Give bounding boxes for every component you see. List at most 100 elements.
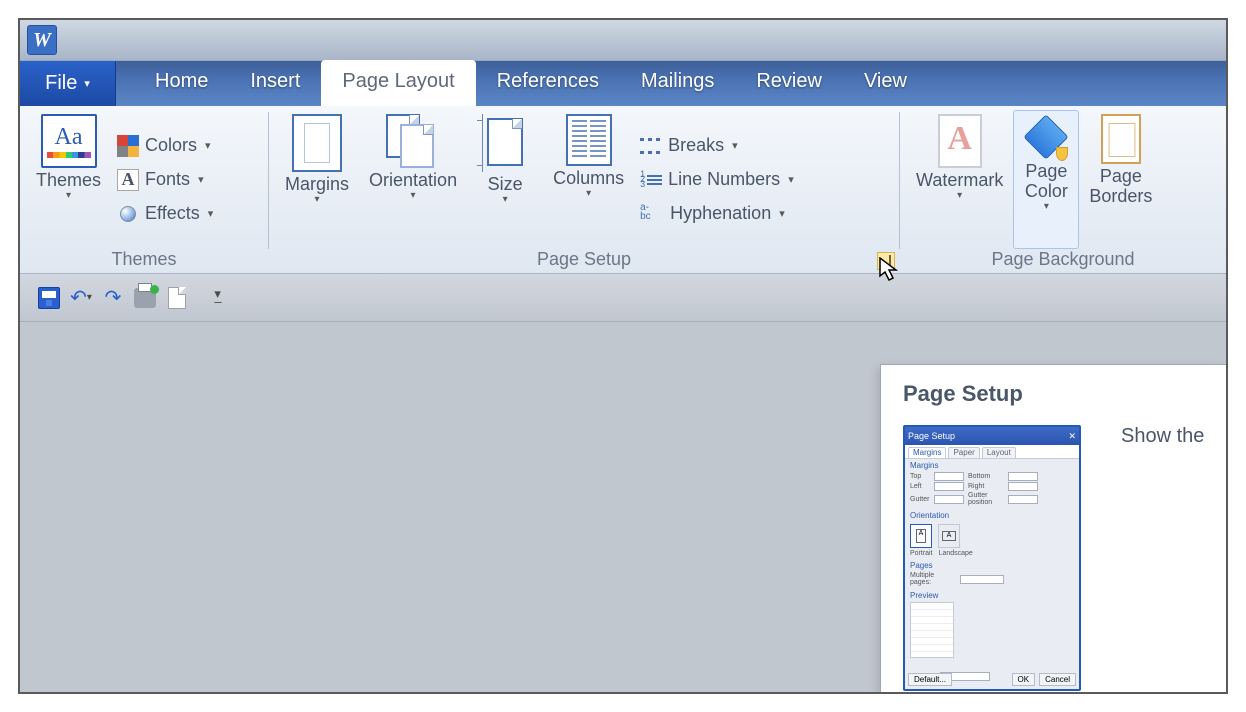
margins-button[interactable]: Margins ▾ <box>275 110 359 249</box>
chevron-down-icon: ▾ <box>205 139 211 152</box>
word-logo-icon: W <box>27 25 57 55</box>
theme-fonts-label: Fonts <box>145 169 190 190</box>
tooltip-title: Page Setup <box>903 381 1212 407</box>
titlebar: W <box>20 20 1226 61</box>
theme-fonts-button[interactable]: A Fonts ▾ <box>111 163 219 197</box>
effects-icon <box>117 203 139 225</box>
default-button: Default... <box>908 673 952 686</box>
line-numbers-icon: 123 <box>640 170 662 190</box>
tab-file[interactable]: File▾ <box>20 61 116 106</box>
hyphenation-button[interactable]: a-bc Hyphenation ▾ <box>634 197 800 231</box>
columns-icon <box>566 114 612 166</box>
redo-button[interactable]: ↷ <box>98 283 128 313</box>
dialog-preview: Page Setup✕ Margins Paper Layout Margins… <box>903 425 1081 691</box>
page-setup-dialog-launcher[interactable] <box>877 252 895 270</box>
chevron-down-icon: ▾ <box>411 190 416 201</box>
breaks-label: Breaks <box>668 135 724 156</box>
tab-references[interactable]: References <box>476 60 620 106</box>
watermark-icon: A <box>938 114 982 168</box>
group-page-background: A Watermark ▾ Page Color ▾ Page Borders … <box>900 106 1226 273</box>
page-color-icon <box>1024 115 1068 159</box>
orientation-button[interactable]: Orientation ▾ <box>359 110 467 249</box>
ok-button: OK <box>1012 673 1036 686</box>
ribbon-tabs: File▾ Home Insert Page Layout References… <box>20 61 1226 106</box>
group-page-setup-title: Page Setup <box>269 249 899 270</box>
watermark-label: Watermark <box>916 170 1003 190</box>
quick-print-button[interactable] <box>130 283 160 313</box>
chevron-down-icon: ▾ <box>779 207 785 220</box>
preview-tab-paper: Paper <box>948 447 979 458</box>
preview-tab-margins: Margins <box>908 447 946 458</box>
portrait-icon: A <box>910 524 932 548</box>
size-icon <box>477 114 533 172</box>
tab-insert[interactable]: Insert <box>229 60 321 106</box>
page-color-label: Page Color <box>1025 161 1068 201</box>
themes-label: Themes <box>36 170 101 190</box>
undo-button[interactable]: ↶▾ <box>66 283 96 313</box>
new-document-button[interactable] <box>162 283 192 313</box>
fonts-icon: A <box>117 169 139 191</box>
tab-home[interactable]: Home <box>134 60 229 106</box>
themes-icon: Aa <box>41 114 97 168</box>
themes-button[interactable]: Aa Themes ▾ <box>26 110 111 249</box>
chevron-down-icon: ▾ <box>66 190 71 201</box>
group-page-setup: Margins ▾ Orientation ▾ Size ▾ Columns ▾ <box>269 106 899 273</box>
chevron-down-icon: ▾ <box>586 188 591 199</box>
page-color-button[interactable]: Page Color ▾ <box>1013 110 1079 249</box>
quick-access-toolbar: ↶▾ ↷ ▾– <box>20 274 1226 322</box>
hyphenation-label: Hyphenation <box>670 203 771 224</box>
chevron-down-icon: ▾ <box>315 194 320 205</box>
tab-view[interactable]: View <box>843 60 928 106</box>
columns-button[interactable]: Columns ▾ <box>543 110 634 249</box>
line-numbers-label: Line Numbers <box>668 169 780 190</box>
group-themes: Aa Themes ▾ Colors▾ A Fonts ▾ Effects ▾ Th… <box>20 106 268 273</box>
group-page-background-title: Page Background <box>900 249 1226 270</box>
redo-icon: ↷ <box>105 285 122 310</box>
page-setup-tooltip: Page Setup Page Setup✕ Margins Paper Lay… <box>880 364 1226 694</box>
line-numbers-button[interactable]: 123 Line Numbers ▾ <box>634 163 800 197</box>
chevron-down-icon: ▾ <box>1044 201 1049 212</box>
page-borders-label: Page Borders <box>1089 166 1152 206</box>
undo-icon: ↶ <box>70 285 87 310</box>
breaks-button[interactable]: Breaks ▾ <box>634 129 800 163</box>
orientation-label: Orientation <box>369 170 457 190</box>
tab-page-layout[interactable]: Page Layout <box>321 60 475 106</box>
page-borders-button[interactable]: Page Borders <box>1079 110 1162 249</box>
cancel-button: Cancel <box>1039 673 1076 686</box>
tab-review[interactable]: Review <box>735 60 843 106</box>
margins-label: Margins <box>285 174 349 194</box>
tab-mailings[interactable]: Mailings <box>620 60 735 106</box>
breaks-icon <box>640 136 662 156</box>
columns-label: Columns <box>553 168 624 188</box>
chevron-down-icon: ▾ <box>503 194 508 205</box>
orientation-icon <box>386 114 440 168</box>
theme-effects-button[interactable]: Effects ▾ <box>111 197 219 231</box>
app-frame: W File▾ Home Insert Page Layout Referenc… <box>18 18 1228 694</box>
chevron-down-icon: ▾ <box>198 173 204 186</box>
theme-effects-label: Effects <box>145 203 200 224</box>
hyphenation-icon: a-bc <box>640 203 664 225</box>
close-icon: ✕ <box>1068 431 1076 442</box>
print-icon <box>134 288 156 308</box>
chevron-down-icon: ▾ <box>957 190 962 201</box>
new-document-icon <box>168 287 186 309</box>
customize-qat-button[interactable]: ▾– <box>208 290 228 306</box>
margins-icon <box>292 114 342 172</box>
preview-tab-layout: Layout <box>982 447 1016 458</box>
watermark-button[interactable]: A Watermark ▾ <box>906 110 1013 249</box>
chevron-down-icon: ▾ <box>208 207 214 220</box>
page-borders-icon <box>1101 114 1141 164</box>
save-button[interactable] <box>34 283 64 313</box>
size-button[interactable]: Size ▾ <box>467 110 543 249</box>
ribbon: Aa Themes ▾ Colors▾ A Fonts ▾ Effects ▾ Th… <box>20 106 1226 274</box>
chevron-down-icon: ▾ <box>732 139 738 152</box>
landscape-icon: A <box>938 524 960 548</box>
tooltip-description: Show the <box>1121 425 1204 448</box>
group-themes-title: Themes <box>20 249 268 270</box>
colors-icon <box>117 135 139 157</box>
size-label: Size <box>488 174 523 194</box>
save-icon <box>38 287 60 309</box>
theme-colors-button[interactable]: Colors▾ <box>111 129 219 163</box>
chevron-down-icon: ▾ <box>788 173 794 186</box>
tab-file-label: File <box>45 72 77 95</box>
